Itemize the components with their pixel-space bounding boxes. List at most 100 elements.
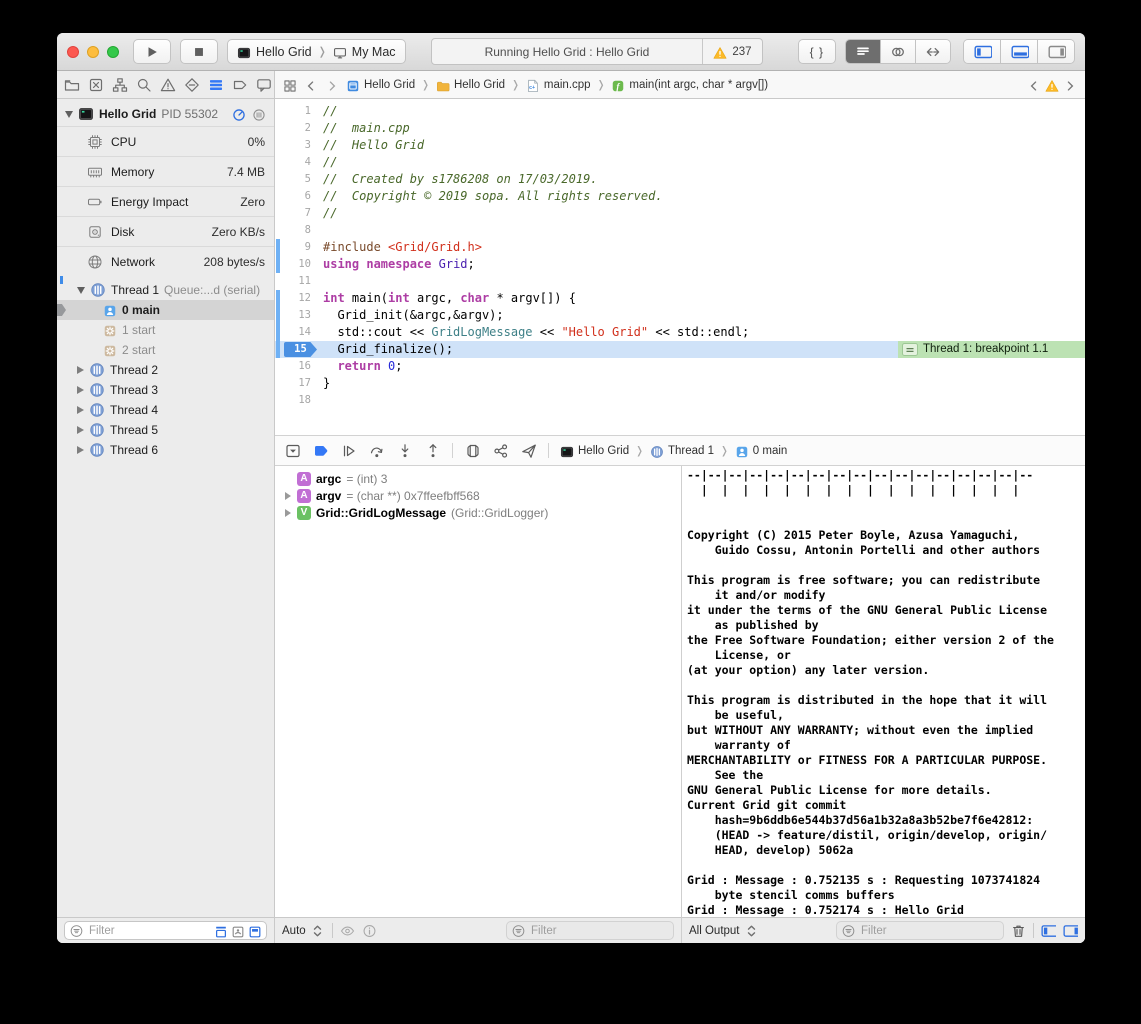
metric-row-energy[interactable]: Energy ImpactZero (57, 186, 274, 216)
simulate-location-button[interactable] (520, 442, 537, 459)
line-number[interactable]: 13 (275, 307, 311, 324)
thread-row[interactable]: Thread 6 (57, 440, 274, 460)
info-icon[interactable] (362, 923, 377, 938)
queue-lines-icon[interactable] (252, 107, 266, 121)
navigator-tab-debug[interactable] (208, 77, 224, 93)
step-over-button[interactable] (368, 442, 385, 459)
disclosure-triangle[interactable] (283, 492, 292, 500)
line-number[interactable]: 9 (275, 239, 311, 256)
filter-crashed-threads-icon[interactable] (248, 924, 262, 938)
console-scope-popup[interactable]: All Output (689, 923, 759, 938)
step-out-button[interactable] (424, 442, 441, 459)
line-number[interactable]: 2 (275, 120, 311, 137)
line-number[interactable]: 17 (275, 375, 311, 392)
navigator-panel-toggle[interactable] (964, 40, 1001, 63)
console-filter-field[interactable] (836, 921, 1004, 940)
metric-row-memory[interactable]: Memory7.4 MB (57, 156, 274, 186)
source-editor[interactable]: 1//2// main.cpp3// Hello Grid4//5// Crea… (275, 99, 1085, 435)
metric-row-network[interactable]: Network208 bytes/s (57, 246, 274, 276)
gauge-icon[interactable] (232, 107, 246, 121)
metric-row-cpu[interactable]: CPU0% (57, 126, 274, 156)
scheme-selector[interactable]: Hello Grid ❭ My Mac (227, 39, 406, 64)
line-number[interactable]: 6 (275, 188, 311, 205)
stop-button[interactable] (180, 39, 218, 64)
filter-running-threads-icon[interactable] (214, 924, 228, 938)
debug-breadcrumb-item[interactable]: Thread 1 (650, 444, 714, 458)
thread-row[interactable]: Thread 4 (57, 400, 274, 420)
thread-row[interactable]: Thread 5 (57, 420, 274, 440)
variable-row[interactable]: Aargc= (int) 3 (275, 470, 681, 487)
variables-pane-toggle-icon[interactable] (1041, 923, 1056, 938)
line-number[interactable]: 12 (275, 290, 311, 307)
hide-debug-area-button[interactable] (284, 442, 301, 459)
disclosure-triangle[interactable] (65, 111, 73, 118)
quicklook-eye-icon[interactable] (340, 923, 355, 938)
thread-row[interactable]: Thread 1Queue:...d (serial) (57, 280, 274, 300)
line-number[interactable]: 8 (275, 222, 311, 239)
breadcrumb-item[interactable]: fmain(int argc, char * argv[]) (611, 78, 768, 92)
minimize-button[interactable] (87, 46, 99, 58)
version-editor-button[interactable] (916, 40, 950, 63)
assistant-editor-button[interactable] (881, 40, 916, 63)
related-items-icon[interactable] (283, 78, 297, 92)
step-into-button[interactable] (396, 442, 413, 459)
variables-filter-field[interactable] (506, 921, 674, 940)
breadcrumb-item[interactable]: Hello Grid (436, 78, 505, 92)
disclosure-triangle[interactable] (77, 406, 84, 414)
variable-row[interactable]: VGrid::GridLogMessage(Grid::GridLogger) (275, 504, 681, 521)
inspector-panel-toggle[interactable] (1038, 40, 1074, 63)
line-number[interactable]: 5 (275, 171, 311, 188)
navigator-filter-field[interactable] (64, 921, 267, 940)
back-chevron-icon[interactable] (304, 78, 318, 92)
console-pane-toggle-icon[interactable] (1063, 923, 1078, 938)
breakpoints-toggle-button[interactable] (312, 442, 329, 459)
view-hierarchy-button[interactable] (464, 442, 481, 459)
warning-badge[interactable]: 237 (702, 39, 761, 64)
disclosure-triangle[interactable] (77, 446, 84, 454)
navigator-filter-input[interactable] (87, 924, 211, 938)
disclosure-triangle[interactable] (77, 426, 84, 434)
line-number[interactable]: 10 (275, 256, 311, 273)
process-row[interactable]: Hello GridPID 55302 (57, 102, 274, 126)
trash-icon[interactable] (1011, 923, 1026, 938)
variables-filter-input[interactable] (529, 924, 669, 938)
next-issue-icon[interactable] (1063, 78, 1077, 92)
stack-frame-row[interactable]: 1 start (57, 320, 274, 340)
line-number[interactable]: 16 (275, 358, 311, 375)
debug-breadcrumb-item[interactable]: 0 main (735, 444, 788, 458)
previous-issue-icon[interactable] (1027, 78, 1041, 92)
variable-row[interactable]: Aargv= (char **) 0x7ffeefbff568 (275, 487, 681, 504)
forward-chevron-icon[interactable] (325, 78, 339, 92)
disclosure-triangle[interactable] (77, 366, 84, 374)
disclosure-triangle[interactable] (77, 287, 85, 294)
disclosure-triangle[interactable] (283, 509, 292, 517)
breakpoint-annotation[interactable]: Thread 1: breakpoint 1.1 (898, 341, 1085, 358)
continue-button[interactable] (340, 442, 357, 459)
breadcrumb-item[interactable]: c+main.cpp (526, 78, 591, 92)
navigator-tab-source-control[interactable] (88, 77, 104, 93)
debug-panel-toggle[interactable] (1001, 40, 1038, 63)
zoom-button[interactable] (107, 46, 119, 58)
disclosure-triangle[interactable] (77, 386, 84, 394)
breakpoint-badge[interactable]: 15 (284, 342, 317, 357)
metric-row-disk[interactable]: DiskZero KB/s (57, 216, 274, 246)
stack-frame-row[interactable]: 2 start (57, 340, 274, 360)
navigator-tab-project[interactable] (64, 77, 80, 93)
memory-graph-button[interactable] (492, 442, 509, 459)
filter-debug-symbols-icon[interactable] (231, 924, 245, 938)
close-button[interactable] (67, 46, 79, 58)
line-number[interactable]: 1 (275, 103, 311, 120)
console-filter-input[interactable] (859, 924, 999, 938)
navigator-tab-issues[interactable] (160, 77, 176, 93)
run-button[interactable] (133, 39, 171, 64)
line-number[interactable]: 18 (275, 392, 311, 409)
breadcrumb-item[interactable]: Hello Grid (346, 78, 415, 92)
navigator-tab-find[interactable] (136, 77, 152, 93)
navigator-tab-reports[interactable] (256, 77, 272, 93)
line-number[interactable]: 3 (275, 137, 311, 154)
thread-row[interactable]: Thread 2 (57, 360, 274, 380)
navigator-tab-symbols[interactable] (112, 77, 128, 93)
line-number[interactable]: 4 (275, 154, 311, 171)
navigator-tab-tests[interactable] (184, 77, 200, 93)
navigator-tab-breakpoints[interactable] (232, 77, 248, 93)
